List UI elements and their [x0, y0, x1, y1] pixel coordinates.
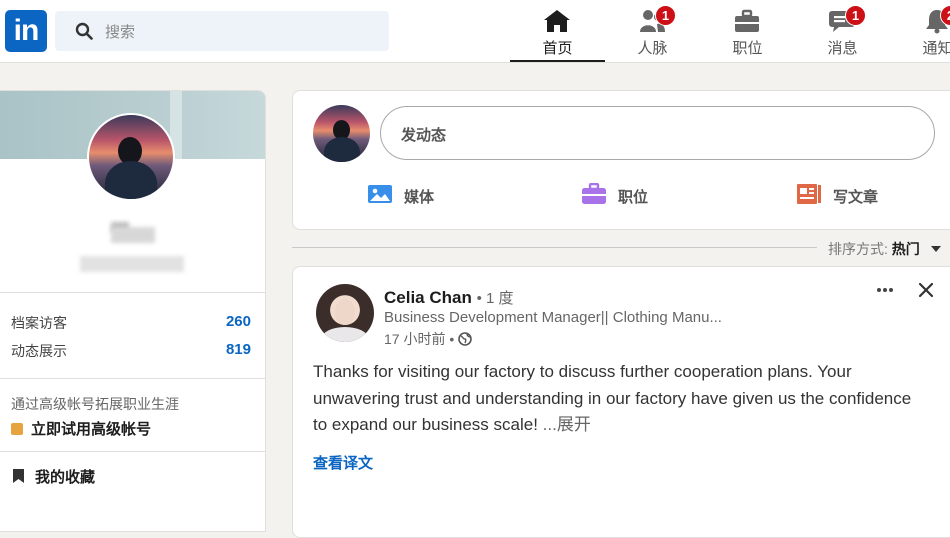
profile-card: 档案访客 260 动态展示 819 通过高级帐号拓展职业生涯 立即试用高级帐号 … — [0, 90, 266, 532]
sort-value: 热门 — [891, 241, 920, 257]
stat-post-impressions[interactable]: 动态展示 819 — [11, 341, 251, 361]
bookmark-icon — [13, 469, 24, 483]
feed-post: Celia Chan • 1 度 Business Development Ma… — [292, 266, 950, 538]
nav-notifications[interactable]: 2 通知 — [890, 0, 950, 62]
stat-label: 动态展示 — [11, 343, 67, 359]
start-post-label: 发动态 — [401, 127, 447, 144]
network-badge: 1 — [655, 5, 676, 26]
divider — [0, 451, 265, 452]
sort-label: 排序方式: — [828, 241, 888, 257]
author-avatar[interactable] — [316, 284, 374, 342]
search-box[interactable] — [55, 11, 389, 51]
start-post-button[interactable]: 发动态 — [380, 106, 935, 160]
stat-profile-viewers[interactable]: 档案访客 260 — [11, 313, 251, 333]
divider — [0, 292, 265, 293]
photo-icon — [368, 185, 392, 203]
share-job-label: 职位 — [618, 189, 649, 206]
article-icon — [797, 184, 821, 204]
nav-messaging[interactable]: 1 消息 — [795, 0, 890, 62]
blurred-name-2 — [111, 227, 155, 243]
stat-value: 819 — [225, 341, 251, 358]
see-more-link[interactable]: ...展开 — [543, 415, 591, 434]
divider — [0, 378, 265, 379]
sort-dropdown[interactable]: 排序方式: 热门 — [828, 239, 941, 259]
blurred-headline — [80, 256, 184, 272]
nav-home-label: 首页 — [542, 40, 573, 57]
more-options-button[interactable] — [873, 281, 897, 301]
connection-degree: • 1 度 — [476, 290, 514, 307]
linkedin-logo[interactable]: in — [5, 10, 47, 52]
top-navigation-bar: in 首页 1 人脉 — [0, 0, 950, 63]
author-name-line[interactable]: Celia Chan • 1 度 — [384, 287, 514, 308]
nav-notifications-label: 通知 — [922, 40, 950, 57]
home-icon — [544, 10, 570, 32]
premium-upsell-text: 通过高级帐号拓展职业生涯 — [11, 396, 179, 412]
saved-items-label: 我的收藏 — [35, 469, 96, 486]
search-icon — [75, 22, 93, 40]
post-text: Thanks for visiting our factory to discu… — [313, 359, 923, 439]
see-translation-link[interactable]: 查看译文 — [313, 452, 373, 473]
dismiss-post-button[interactable] — [915, 279, 937, 301]
nav-network[interactable]: 1 人脉 — [605, 0, 700, 62]
nav-jobs[interactable]: 职位 — [700, 0, 795, 62]
stat-value: 260 — [225, 313, 251, 330]
post-timestamp: 17 小时前 • — [384, 329, 472, 349]
messaging-badge: 1 — [845, 5, 866, 26]
premium-trial-link[interactable]: 立即试用高级帐号 — [11, 418, 151, 439]
nav-home[interactable]: 首页 — [510, 0, 605, 62]
author-name: Celia Chan — [384, 288, 472, 307]
nav-messaging-label: 消息 — [827, 40, 858, 57]
author-headline: Business Development Manager|| Clothing … — [384, 309, 722, 326]
write-article-label: 写文章 — [833, 189, 879, 206]
briefcase-icon — [582, 183, 606, 204]
nav-jobs-label: 职位 — [732, 40, 763, 57]
caret-down-icon — [930, 246, 941, 252]
close-icon — [918, 282, 934, 298]
stat-label: 档案访客 — [11, 315, 67, 331]
search-input[interactable] — [103, 19, 377, 45]
saved-items-link[interactable]: 我的收藏 — [13, 466, 95, 487]
premium-trial-label: 立即试用高级帐号 — [31, 421, 152, 438]
ellipsis-icon — [877, 288, 893, 292]
premium-icon — [11, 423, 23, 435]
user-avatar[interactable] — [313, 105, 370, 162]
briefcase-icon — [735, 9, 759, 32]
nav-network-label: 人脉 — [637, 40, 668, 57]
globe-icon — [458, 332, 472, 346]
post-time-label: 17 小时前 • — [384, 331, 455, 347]
post-body: Thanks for visiting our factory to discu… — [313, 362, 912, 434]
share-media-label: 媒体 — [404, 189, 435, 206]
share-box: 发动态 媒体 职位 写文章 — [292, 90, 950, 230]
sort-divider — [292, 247, 817, 248]
profile-avatar[interactable] — [87, 113, 175, 201]
